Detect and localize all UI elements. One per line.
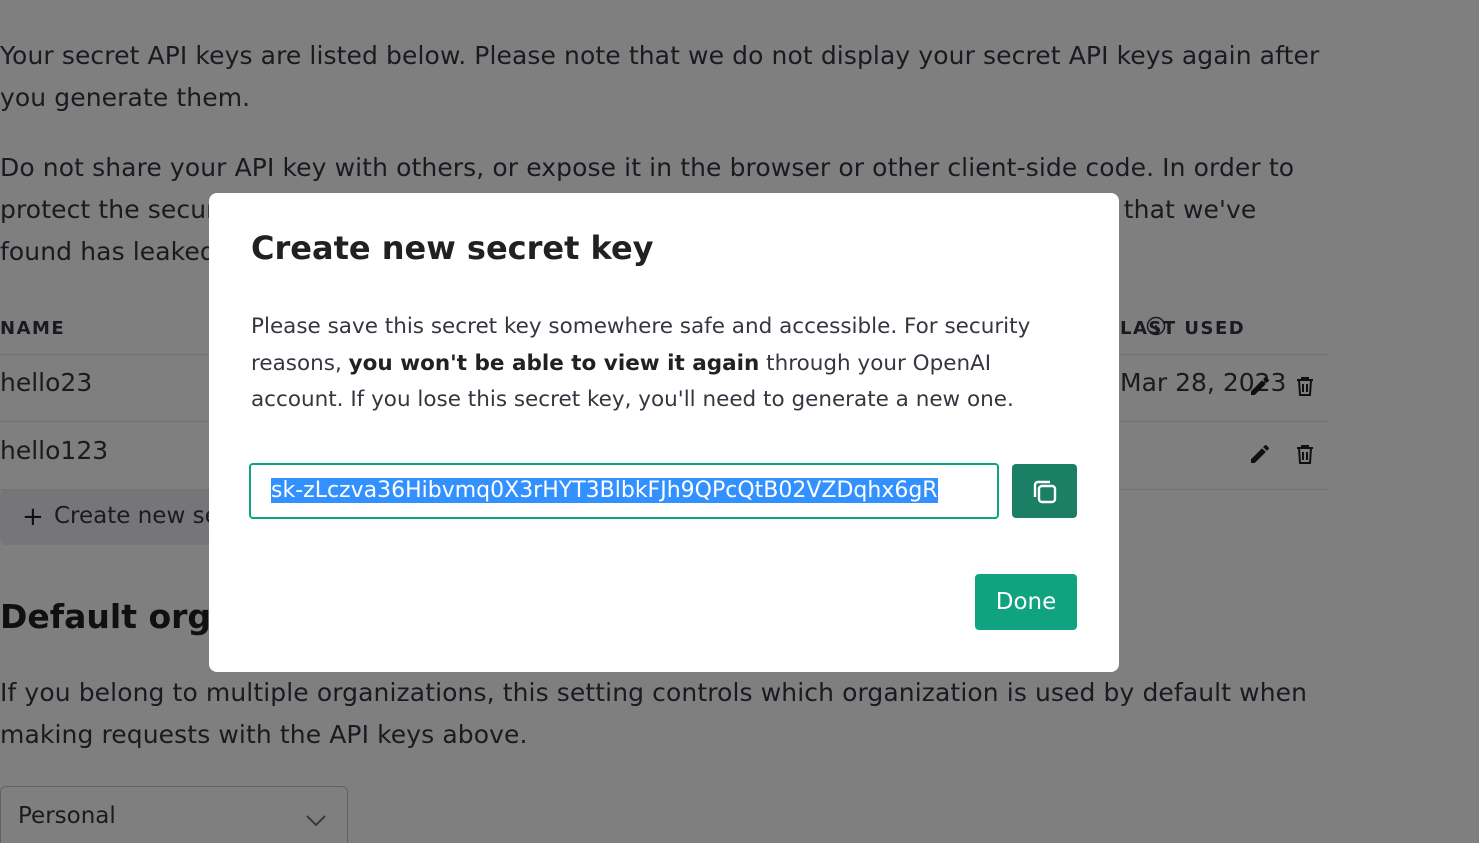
modal-title: Create new secret key [251,229,654,267]
create-key-modal: Create new secret key Please save this s… [209,193,1119,672]
secret-key-value[interactable]: sk-zLczva36Hibvmq0X3rHYT3BlbkFJh9QPcQtB0… [271,475,977,507]
copy-icon [1033,480,1057,504]
api-keys-page: Your secret API keys are listed below. P… [0,0,1479,843]
copy-button[interactable] [1012,464,1077,518]
modal-description: Please save this secret key somewhere sa… [251,309,1081,419]
secret-key-field[interactable]: sk-zLczva36Hibvmq0X3rHYT3BlbkFJh9QPcQtB0… [249,463,999,519]
selected-key-text: sk-zLczva36Hibvmq0X3rHYT3BlbkFJh9QPcQtB0… [271,478,938,503]
description-bold: you won't be able to view it again [348,350,760,376]
done-button[interactable]: Done [975,574,1077,630]
